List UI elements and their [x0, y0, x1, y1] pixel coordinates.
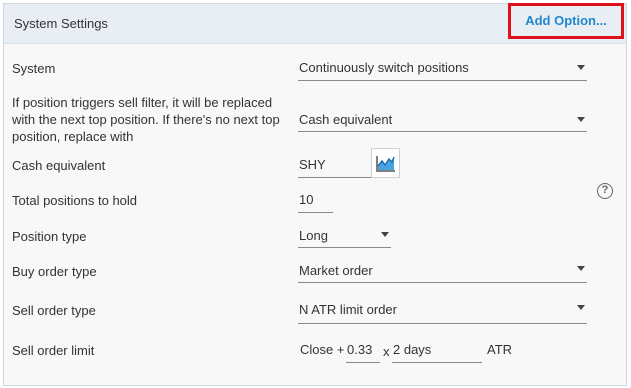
- atr-multiplier-value: 0.33: [347, 342, 373, 357]
- atr-unit-label: ATR: [487, 342, 513, 357]
- replace-label-line2: with the next top position. If there's n…: [12, 112, 280, 127]
- cash-equivalent-input[interactable]: SHY: [298, 151, 371, 178]
- total-positions-input[interactable]: 10: [298, 188, 333, 213]
- atr-days-input[interactable]: 2 days: [392, 337, 482, 363]
- caret-down-icon: [381, 232, 389, 237]
- cash-equivalent-value: SHY: [299, 157, 326, 172]
- cash-equivalent-label: Cash equivalent: [12, 158, 106, 173]
- caret-down-icon: [577, 65, 585, 70]
- replace-label-line1: If position triggers sell filter, it wil…: [12, 95, 273, 110]
- sell-order-type-value: N ATR limit order: [299, 302, 397, 317]
- atr-days-value: 2 days: [393, 342, 432, 357]
- buy-order-type-label: Buy order type: [12, 264, 97, 279]
- caret-down-icon: [577, 266, 585, 271]
- total-positions-value: 10: [299, 192, 314, 207]
- caret-down-icon: [577, 305, 585, 310]
- position-type-label: Position type: [12, 229, 87, 244]
- line-chart-icon: [376, 156, 395, 172]
- position-type-dropdown[interactable]: Long: [298, 223, 391, 248]
- chart-button[interactable]: [371, 148, 400, 178]
- system-dropdown[interactable]: Continuously switch positions: [298, 57, 587, 81]
- multiply-sign: x: [383, 344, 390, 359]
- help-icon[interactable]: ?: [597, 183, 613, 199]
- sell-order-type-dropdown[interactable]: N ATR limit order: [298, 297, 587, 324]
- replace-label-line3: position, replace with: [12, 129, 134, 144]
- buy-order-type-dropdown[interactable]: Market order: [298, 258, 587, 283]
- sell-order-limit-label: Sell order limit: [12, 343, 95, 358]
- buy-order-type-value: Market order: [299, 263, 373, 278]
- total-positions-label: Total positions to hold: [12, 193, 138, 208]
- atr-multiplier-input[interactable]: 0.33: [346, 337, 380, 363]
- replace-with-value: Cash equivalent: [299, 112, 393, 127]
- sell-order-type-label: Sell order type: [12, 303, 96, 318]
- system-label: System: [12, 61, 56, 76]
- caret-down-icon: [577, 117, 585, 122]
- replace-with-dropdown[interactable]: Cash equivalent: [298, 108, 587, 132]
- add-option-button[interactable]: Add Option...: [508, 3, 624, 39]
- position-type-value: Long: [299, 228, 328, 243]
- sell-limit-prefix: Close +: [300, 342, 345, 357]
- system-value: Continuously switch positions: [299, 60, 469, 75]
- panel-title: System Settings: [14, 16, 108, 31]
